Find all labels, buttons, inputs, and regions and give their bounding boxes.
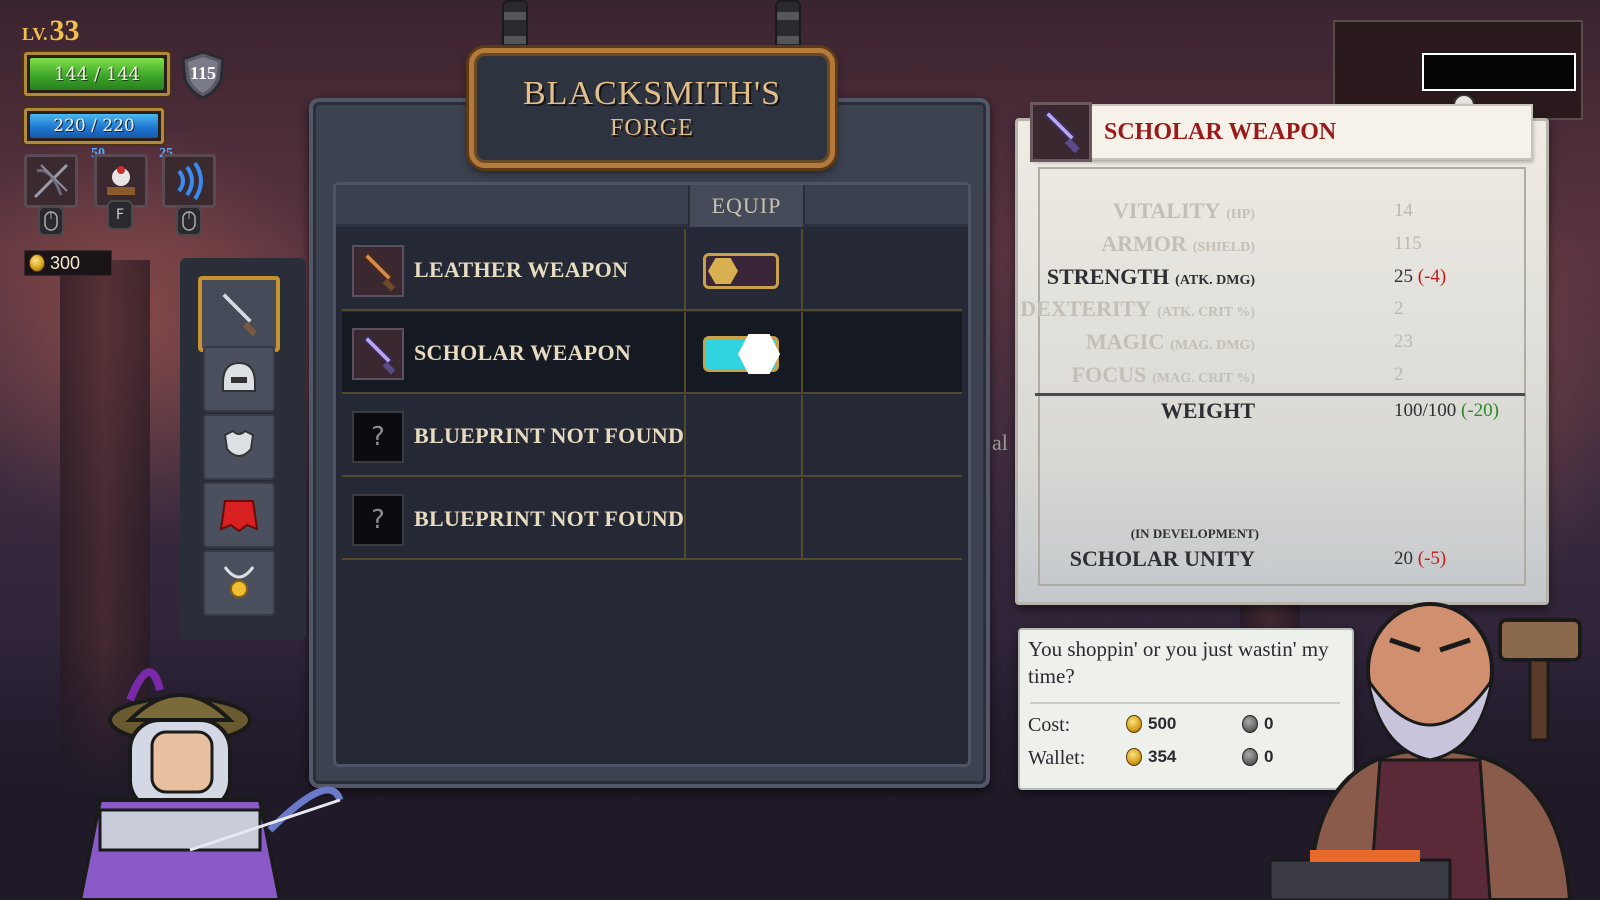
sword-icon xyxy=(219,290,258,337)
stat-value: 100/100 xyxy=(1394,400,1457,421)
gold-counter: 300 xyxy=(24,250,112,276)
equip-column-header: EQUIP xyxy=(688,185,805,227)
forge-title: BLACKSMITH'S xyxy=(522,74,782,112)
amulet-icon xyxy=(223,566,255,598)
tab-chest-armor[interactable] xyxy=(203,414,275,480)
tab-amulet[interactable] xyxy=(203,550,275,616)
scholar-weapon-icon xyxy=(1030,102,1092,162)
background-sign-text: al xyxy=(992,430,1008,455)
mouse-left-hint-icon xyxy=(38,206,64,236)
stat-delta: (-5) xyxy=(1417,548,1447,569)
wallet-gold: 354 xyxy=(1126,747,1176,767)
companion-icon xyxy=(107,166,135,195)
stat-row: ARMOR (SHIELD) 115 xyxy=(1035,227,1525,259)
blueprint-row[interactable]: LEATHER WEAPON xyxy=(342,229,962,311)
cost-gold: 500 xyxy=(1126,714,1176,734)
stat-name: DEXTERITY xyxy=(1020,296,1152,321)
wallet-ore: 0 xyxy=(1242,747,1273,767)
blueprint-name: SCHOLAR WEAPON xyxy=(414,340,632,365)
table-header: EQUIP xyxy=(336,185,968,227)
tab-weapon[interactable] xyxy=(198,276,280,352)
tab-helmet[interactable] xyxy=(203,346,275,412)
stat-description: (SHIELD) xyxy=(1192,240,1255,255)
skill-slot-crossbow xyxy=(24,154,78,208)
stat-delta: (-20) xyxy=(1461,400,1500,421)
stat-delta: (-4) xyxy=(1417,266,1447,287)
stat-description: (MAG. DMG) xyxy=(1170,338,1255,353)
gold-value: 300 xyxy=(50,252,81,273)
key-hint-f: F xyxy=(107,200,133,230)
cost-label: Cost: xyxy=(1028,714,1071,736)
blueprint-name: BLUEPRINT NOT FOUND xyxy=(414,506,685,531)
crossbow-icon xyxy=(33,163,69,199)
health-value: 144 / 144 xyxy=(53,63,141,85)
armor-value: 115 xyxy=(189,63,216,83)
stat-row: MAGIC (MAG. DMG) 23 xyxy=(1035,325,1525,357)
stat-name: VITALITY xyxy=(1113,198,1221,223)
player-level: LV.33 xyxy=(22,14,80,47)
chest-armor-icon xyxy=(223,429,255,457)
gold-coin-icon xyxy=(29,254,45,272)
set-bonus-row: SCHOLAR UNITY 20 (-5) xyxy=(1035,542,1525,574)
stat-value: 2 xyxy=(1394,298,1404,319)
stat-name: ARMOR xyxy=(1101,231,1187,256)
forge-title-sign: BLACKSMITH'S FORGE xyxy=(469,48,835,168)
tab-cape[interactable] xyxy=(203,482,275,548)
unknown-blueprint-icon: ? xyxy=(352,494,404,546)
ore-coin-icon xyxy=(1242,715,1258,733)
blueprint-name: LEATHER WEAPON xyxy=(414,257,629,282)
blueprint-table: EQUIP LEATHER WEAPON SCHOLAR WEAPON ? BL… xyxy=(333,182,971,767)
stat-row: FOCUS (MAG. CRIT %) 2 xyxy=(1035,358,1525,390)
leather-weapon-icon xyxy=(352,245,404,297)
stat-value: 14 xyxy=(1394,200,1413,221)
blueprint-row[interactable]: ? BLUEPRINT NOT FOUND xyxy=(342,395,962,477)
stat-row: VITALITY (HP) 14 xyxy=(1035,194,1525,226)
item-title: SCHOLAR WEAPON xyxy=(1104,118,1337,145)
player-character xyxy=(77,668,344,900)
stat-value: 2 xyxy=(1394,364,1404,385)
scholar-weapon-icon xyxy=(352,328,404,380)
gold-coin-icon xyxy=(1126,715,1142,733)
mana-value: 220 / 220 xyxy=(53,116,135,136)
stat-value: 23 xyxy=(1394,331,1413,352)
stat-name: STRENGTH xyxy=(1046,264,1170,289)
blueprint-row[interactable]: ? BLUEPRINT NOT FOUND xyxy=(342,478,962,560)
blueprint-row-selected[interactable]: SCHOLAR WEAPON xyxy=(342,312,962,394)
sound-wave-icon xyxy=(177,161,203,201)
stat-value: 115 xyxy=(1394,233,1422,254)
stat-description: (HP) xyxy=(1226,207,1255,222)
stat-description: (ATK. CRIT %) xyxy=(1157,305,1255,320)
helmet-icon xyxy=(222,361,256,392)
stat-name: MAGIC xyxy=(1086,329,1165,354)
unknown-blueprint-icon: ? xyxy=(352,411,404,463)
minimap-current-room xyxy=(1422,53,1576,91)
blueprint-name: BLUEPRINT NOT FOUND xyxy=(414,423,685,448)
skill-slot-sound-wave xyxy=(162,154,216,208)
stat-name: SCHOLAR UNITY xyxy=(1069,546,1255,571)
stat-value: 25 xyxy=(1394,266,1413,287)
forge-subtitle: FORGE xyxy=(610,114,694,141)
cost-ore: 0 xyxy=(1242,714,1273,734)
stat-value: 20 xyxy=(1394,548,1413,569)
stat-description: (ATK. DMG) xyxy=(1175,273,1255,288)
gold-coin-icon xyxy=(1126,748,1142,766)
mana-bar: 220 / 220 xyxy=(24,108,164,144)
stat-description: (MAG. CRIT %) xyxy=(1152,371,1255,386)
ore-coin-icon xyxy=(1242,748,1258,766)
stat-name: FOCUS xyxy=(1071,362,1147,387)
mouse-right-hint-icon xyxy=(176,206,202,236)
blacksmith-npc xyxy=(1270,602,1582,900)
stat-row: STRENGTH (ATK. DMG) 25 (-4) xyxy=(1035,260,1525,292)
equip-toggle[interactable] xyxy=(703,334,780,374)
cape-icon xyxy=(219,500,259,533)
weight-row: WEIGHT 100/100 (-20) xyxy=(1035,394,1525,426)
armor-badge: 115 xyxy=(180,50,226,100)
wallet-label: Wallet: xyxy=(1028,747,1086,769)
in-development-note: (IN DEVELOPMENT) xyxy=(1130,526,1259,541)
stat-row: DEXTERITY (ATK. CRIT %) 2 xyxy=(1020,292,1525,324)
health-bar: 144 / 144 xyxy=(24,52,170,96)
stat-name: WEIGHT xyxy=(1160,398,1255,423)
equip-toggle[interactable] xyxy=(703,253,779,289)
